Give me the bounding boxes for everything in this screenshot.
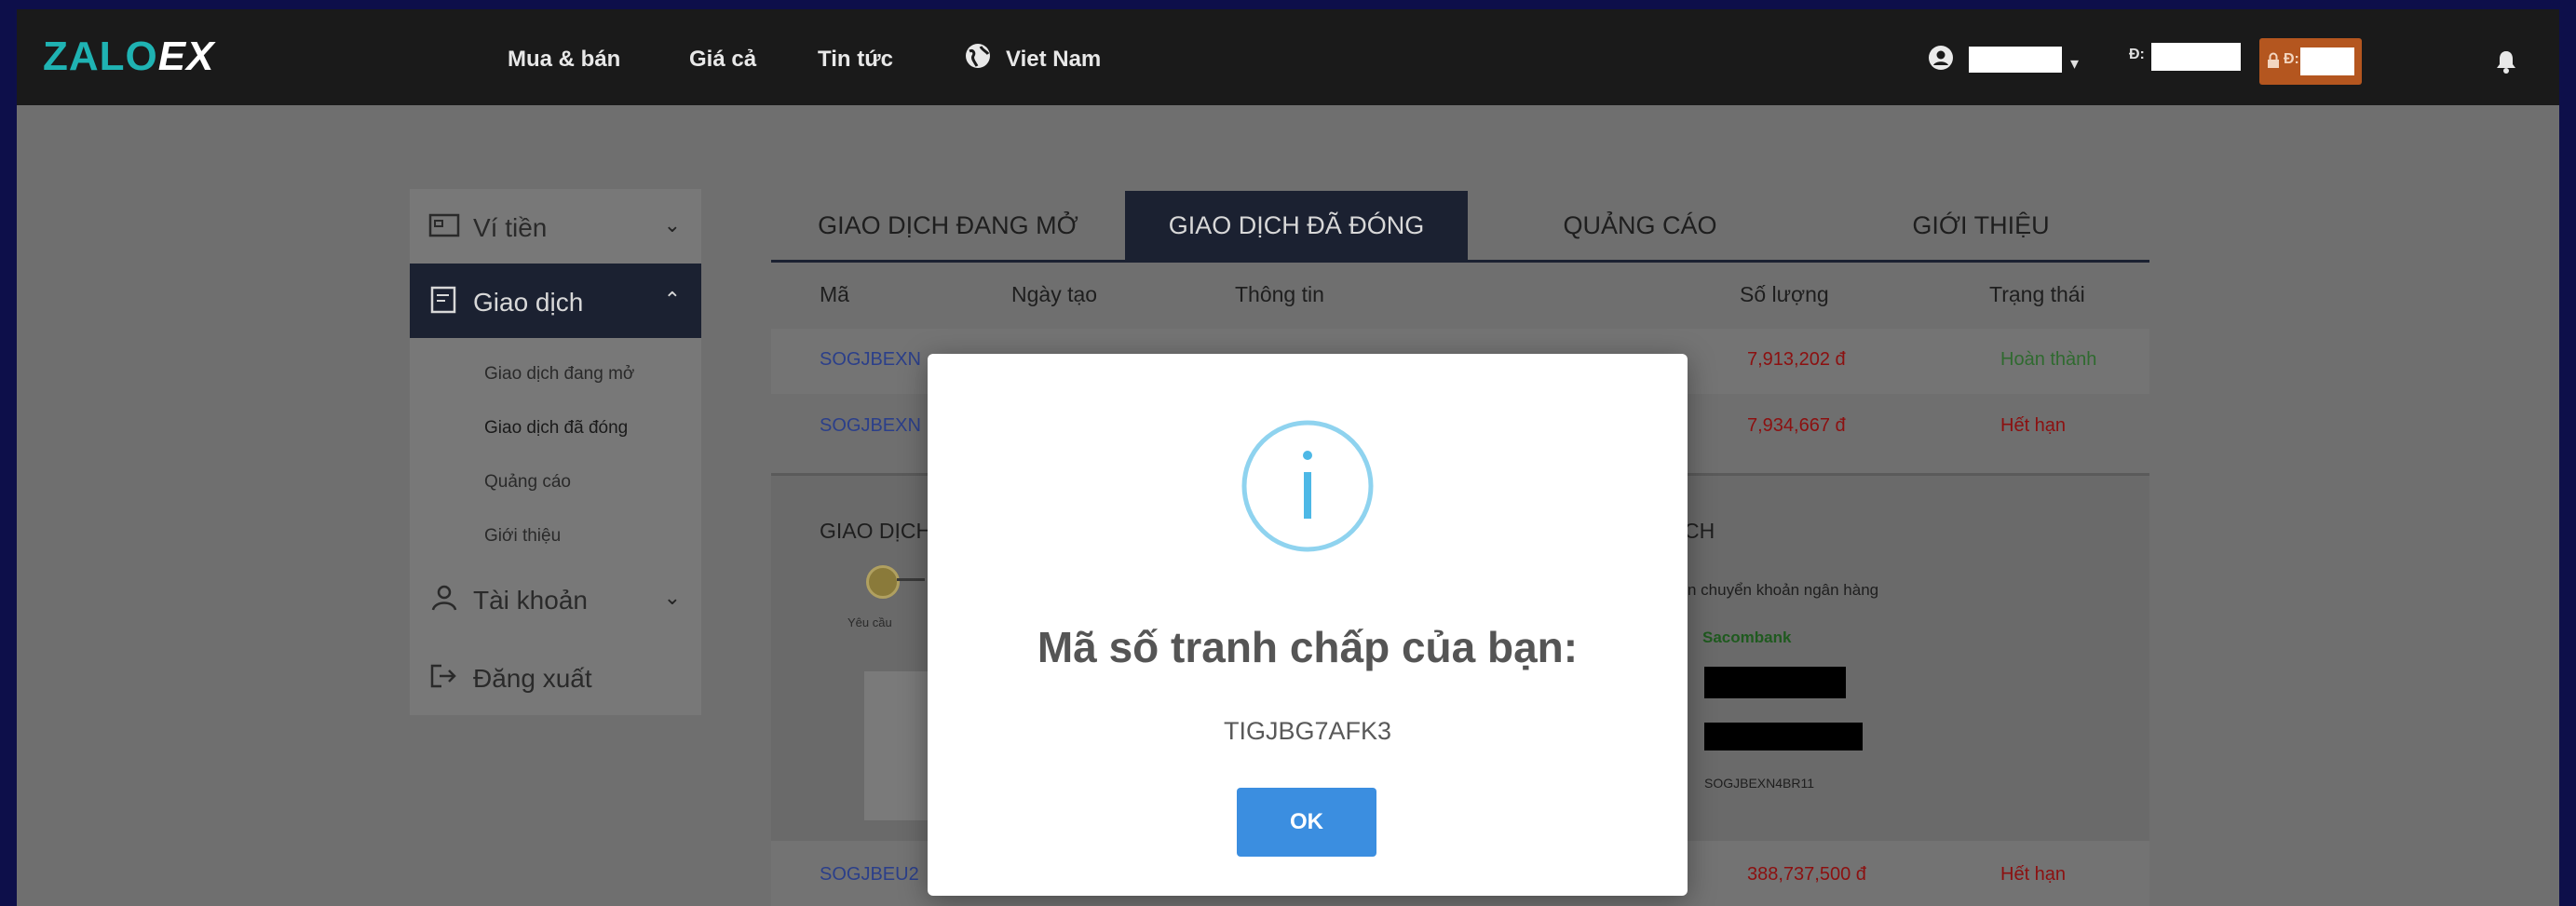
sidebar-subitem-open[interactable]: Giao dịch đang mở [484,364,634,385]
column-header-info: Thông tin [1235,282,1324,306]
wallet-button[interactable]: Đ: [2259,38,2362,85]
chevron-down-icon: ⌄ [663,586,681,609]
lock-icon [2268,52,2279,68]
redacted-wallet-balance [2300,47,2354,75]
document-edit-icon [430,286,456,314]
tab-closed-transactions[interactable]: GIAO DỊCH ĐÃ ĐÓNG [1125,191,1468,260]
transaction-amount: 7,913,202 đ [1747,349,1846,370]
sidebar-item-label: Giao dịch [473,288,584,317]
sidebar-subitem-closed[interactable]: Giao dịch đã đóng [484,418,628,439]
sidebar: Ví tiền ⌄ Giao dịch ⌃ Giao dịch đang mở … [410,189,701,715]
sidebar-subitem-ads[interactable]: Quảng cáo [484,472,571,493]
bell-icon[interactable] [2494,48,2518,74]
panel-left-title: GIAO DỊCH [820,519,932,543]
sidebar-item-label: Đăng xuất [473,664,592,693]
column-header-date: Ngày tạo [1011,282,1098,306]
sidebar-item-logout[interactable]: Đăng xuất [410,640,701,714]
transaction-amount: 7,934,667 đ [1747,415,1846,436]
redacted-account-number [1704,667,1846,698]
sidebar-subitem-referral[interactable]: Giới thiệu [484,526,561,547]
transaction-code-link[interactable]: SOGJBEU2 [820,864,919,886]
nav-news[interactable]: Tin tức [818,47,893,73]
redacted-username[interactable] [1969,47,2062,73]
redacted-balance [2151,43,2241,71]
sidebar-item-wallet[interactable]: Ví tiền ⌄ [410,189,701,264]
info-icon [1241,420,1374,552]
dialog-title: Mã số tranh chấp của bạn: [1037,623,1579,671]
logout-icon [430,664,456,688]
dispute-code: TIGJBG7AFK3 [1223,717,1392,745]
redacted-account-name [1704,723,1863,750]
brand-logo[interactable]: ZALOEX [43,34,214,80]
chevron-down-icon[interactable]: ▾ [2070,54,2079,74]
nav-prices[interactable]: Giá cả [689,47,756,73]
panel-right-title: CH [1684,519,1715,543]
column-header-code: Mã [820,282,849,306]
step-label: Yêu cầu [847,615,892,629]
logo-text-main: ZALO [43,34,158,79]
user-circle-icon [1929,46,1953,70]
bank-transfer-hint: n chuyển khoản ngân hàng [1688,581,1879,599]
step-connector [897,578,925,581]
dispute-code-dialog: Mã số tranh chấp của bạn: TIGJBG7AFK3 OK [928,354,1688,896]
nav-buy-sell[interactable]: Mua & bán [508,47,620,73]
top-navbar: ZALOEX Mua & bán Giá cả Tin tức Viet Nam… [17,9,2559,105]
bank-name: Sacombank [1702,629,1792,646]
app-window: ZALOEX Mua & bán Giá cả Tin tức Viet Nam… [17,9,2559,906]
sidebar-item-label: Tài khoản [473,586,588,615]
status-badge: Hết hạn [2000,864,2067,885]
chevron-down-icon: ⌄ [663,213,681,237]
tab-referral[interactable]: GIỚI THIỆU [1812,191,2149,260]
tab-open-transactions[interactable]: GIAO DỊCH ĐANG MỞ [771,191,1125,260]
transaction-tabs: GIAO DỊCH ĐANG MỞ GIAO DỊCH ĐÃ ĐÓNG QUẢN… [771,191,2149,263]
reference-code: SOGJBEXN4BR11 [1704,776,1815,791]
column-header-status: Trạng thái [1989,282,2085,306]
wallet-card-icon [428,213,460,237]
sidebar-item-account[interactable]: Tài khoản ⌄ [410,561,701,636]
ok-button[interactable]: OK [1237,788,1376,857]
tab-ads[interactable]: QUẢNG CÁO [1468,191,1812,260]
sidebar-item-transactions[interactable]: Giao dịch ⌃ [410,264,701,338]
status-badge: Hết hạn [2000,415,2067,436]
balance-prefix: Đ: [2129,47,2145,62]
globe-icon [966,44,990,68]
transaction-code-link[interactable]: SOGJBEXN [820,349,921,371]
transaction-code-link[interactable]: SOGJBEXN [820,415,921,437]
chevron-up-icon: ⌃ [663,288,681,311]
column-header-amount: Số lượng [1740,282,1829,306]
sidebar-item-label: Ví tiền [473,213,548,242]
step-indicator [866,565,900,599]
wallet-prefix: Đ: [2284,51,2299,67]
status-badge: Hoàn thành [2000,349,2097,370]
transaction-amount: 388,737,500 đ [1747,864,1866,885]
user-icon [431,585,457,611]
nav-country[interactable]: Viet Nam [1006,47,1101,73]
logo-text-ex: EX [157,34,215,79]
